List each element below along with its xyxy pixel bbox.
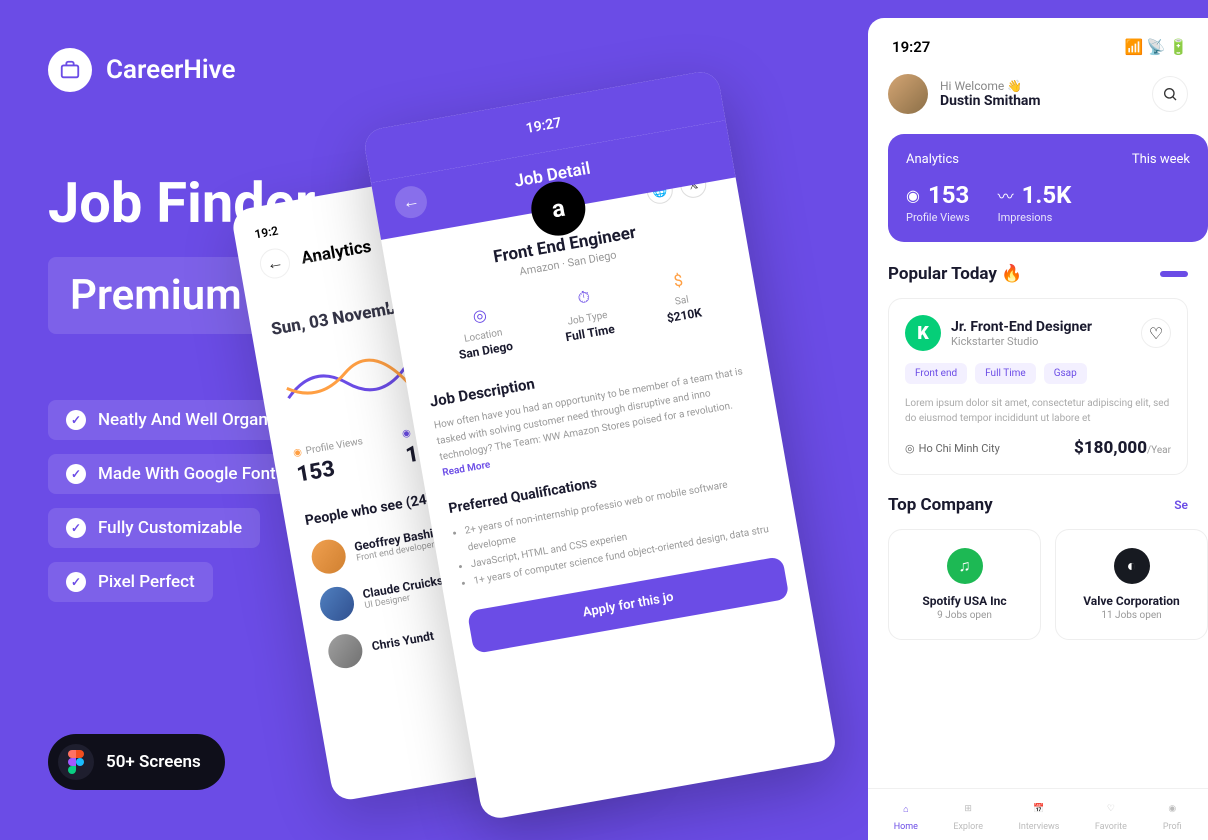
back-icon[interactable]: ← [392,184,429,221]
job-detail-mockup: 19:27 ← Job Detail a 🌐 𝕏 Front End Engin… [362,69,838,821]
job-location: ◎Ho Chi Minh City [905,442,1000,455]
spotify-logo: ♫ [947,548,983,584]
location-icon: ◎ [451,301,508,329]
features-list: ✓Neatly And Well Organized & Layer ✓Made… [48,400,378,602]
top-company-section: Top Company Se ♫ Spotify USA Inc 9 Jobs … [888,495,1208,640]
analytics-period[interactable]: This week [1132,152,1190,167]
clock-icon: ⏱ [558,283,610,311]
job-tags: Front end Full Time Gsap [905,363,1171,384]
nav-favorite[interactable]: ♡Favorite [1095,799,1127,832]
see-all-link[interactable]: Se [1174,498,1188,512]
home-mockup: 19:27 📶 📡 🔋 Hi Welcome 👋 Dustin Smitham … [868,18,1208,840]
welcome-row: Hi Welcome 👋 Dustin Smitham [888,74,1208,114]
top-company-title: Top Company [888,495,993,515]
job-desc: Lorem ipsum dolor sit amet, consectetur … [905,396,1171,426]
job-title: Jr. Front-End Designer [951,319,1092,335]
welcome-hi: Hi Welcome 👋 [940,79,1041,93]
avatar[interactable] [888,74,928,114]
feature-item: ✓Fully Customizable [48,508,260,548]
check-icon: ✓ [66,410,86,430]
status-icons: 📶 📡 🔋 [1125,38,1189,56]
job-company: Kickstarter Studio [951,335,1092,348]
nav-explore[interactable]: ⊞Explore [953,799,983,832]
nav-home[interactable]: ⌂Home [894,799,918,832]
check-icon: ✓ [66,464,86,484]
calendar-icon: 📅 [1029,799,1049,819]
home-icon: ⌂ [896,799,916,819]
pill-text: 50+ Screens [106,752,201,772]
user-icon: ◉ [1162,799,1182,819]
analytics-card[interactable]: Analytics This week ◉153 Profile Views 〰… [888,134,1208,242]
check-icon: ✓ [66,518,86,538]
job-salary: $180,000 [1074,438,1147,458]
kickstarter-logo: K [905,315,941,351]
brand-logo [48,48,92,92]
nav-interviews[interactable]: 📅Interviews [1018,799,1059,832]
feature-item: ✓Pixel Perfect [48,562,213,602]
figma-pill: 50+ Screens [48,734,225,790]
feature-item: ✓Neatly And Well Organized & Layer [48,400,378,440]
feature-item: ✓Made With Google Font [48,454,294,494]
heart-icon[interactable]: ♡ [1141,318,1171,348]
person-icon: ◉ [906,186,920,205]
analytics-title: Analytics [906,152,959,167]
money-icon: $ [659,268,697,293]
bottom-nav: ⌂Home ⊞Explore 📅Interviews ♡Favorite ◉Pr… [868,788,1208,840]
status-time: 19:27 [892,38,930,56]
pin-icon: ◎ [905,442,915,455]
wave-icon: 〰 [998,183,1014,207]
valve-logo: ◐ [1114,548,1150,584]
read-more-link[interactable]: Read More [442,459,492,478]
job-card[interactable]: K Jr. Front-End Designer Kickstarter Stu… [888,298,1188,475]
brand-name: CareerHive [106,55,235,85]
popular-title: Popular Today 🔥 [888,264,1208,284]
figma-icon [58,744,94,780]
search-icon[interactable] [1152,76,1188,112]
heart-icon: ♡ [1101,799,1121,819]
welcome-name: Dustin Smitham [940,93,1041,109]
check-icon: ✓ [66,572,86,592]
company-card[interactable]: ♫ Spotify USA Inc 9 Jobs open [888,529,1041,640]
avatar [326,631,365,670]
company-card[interactable]: ◐ Valve Corporation 11 Jobs open [1055,529,1208,640]
grid-icon: ⊞ [958,799,978,819]
status-bar: 19:27 📶 📡 🔋 [888,38,1208,74]
indicator-icon [1160,271,1188,277]
brand-header: CareerHive [48,48,235,92]
nav-profile[interactable]: ◉Profi [1162,799,1182,832]
